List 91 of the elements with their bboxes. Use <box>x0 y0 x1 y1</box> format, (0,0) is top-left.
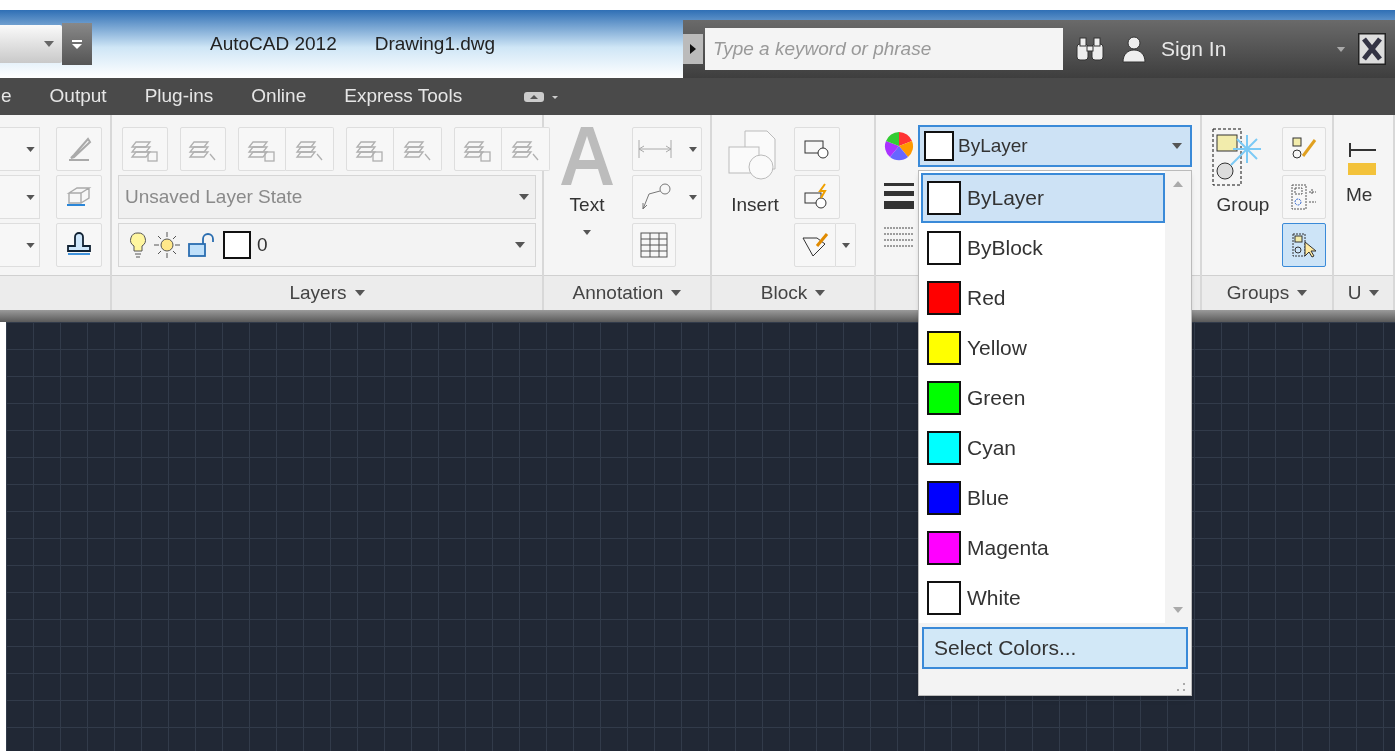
exchange-icon[interactable] <box>1358 33 1387 65</box>
panel-title-bar[interactable]: Layers <box>112 275 542 310</box>
ribbon-tab[interactable]: Plug-ins <box>144 82 214 111</box>
lightbulb-icon <box>129 231 147 259</box>
group-edit-icon <box>1291 136 1317 162</box>
menu-icon <box>72 39 82 49</box>
combo-value: ByLayer <box>958 133 1028 158</box>
color-option[interactable]: Magenta <box>921 523 1165 573</box>
caret-icon <box>1369 290 1380 296</box>
panel-title: Block <box>760 280 808 305</box>
color-option[interactable]: Yellow <box>921 323 1165 373</box>
panel-title-bar[interactable] <box>0 275 110 310</box>
ribbon-tab[interactable]: e <box>1 82 12 111</box>
panel-title-bar[interactable]: U <box>1334 275 1393 310</box>
caret-icon <box>689 194 697 200</box>
measure-button[interactable]: Me <box>1346 137 1376 210</box>
split-button[interactable] <box>0 175 40 219</box>
user-icon <box>1121 35 1147 63</box>
resize-grip-icon[interactable] <box>1177 683 1185 691</box>
caret-icon <box>515 242 525 248</box>
split-button[interactable] <box>836 223 856 267</box>
group-button[interactable]: Group <box>1206 127 1280 267</box>
block-edit-icon <box>801 232 829 258</box>
play-icon <box>690 44 696 54</box>
caret-icon <box>583 229 591 235</box>
panel-title: U <box>1347 280 1362 305</box>
text-tool-button[interactable]: Text <box>552 127 622 267</box>
caret-icon <box>26 242 35 248</box>
ribbon-tab[interactable]: Online <box>251 82 307 111</box>
caret-icon <box>519 194 529 200</box>
caret-icon <box>26 146 35 152</box>
search-field[interactable]: Type a keyword or phrase <box>705 28 1063 70</box>
panel-title-bar[interactable]: Annotation <box>544 275 710 310</box>
caret-icon <box>1172 143 1182 149</box>
scroll-down-icon <box>1173 607 1183 613</box>
caret-icon <box>671 290 682 296</box>
insert-button[interactable]: Insert <box>720 127 790 267</box>
layer-color-swatch <box>223 231 251 259</box>
color-option[interactable]: ByBlock <box>921 223 1165 273</box>
split-button[interactable] <box>632 175 702 219</box>
caret-icon <box>354 290 365 296</box>
color-option[interactable]: Blue <box>921 473 1165 523</box>
expand-button[interactable] <box>683 34 703 64</box>
window-title: AutoCAD 2012 <box>210 31 337 56</box>
color-option[interactable]: Cyan <box>921 423 1165 473</box>
sign-in-button[interactable]: Sign In <box>1161 33 1227 65</box>
scroll-up-icon <box>1173 181 1183 187</box>
caret-icon <box>1336 46 1347 52</box>
color-swatch <box>924 131 954 161</box>
caret-icon <box>689 146 697 152</box>
color-option[interactable]: White <box>921 573 1165 623</box>
toolbar-menu-button[interactable] <box>62 23 92 65</box>
panel-title: Layers <box>289 280 347 305</box>
caret-icon <box>815 290 826 296</box>
lineweight-icon <box>884 181 914 211</box>
color-option[interactable]: Green <box>921 373 1165 423</box>
group-add-remove-icon <box>1291 184 1317 210</box>
color-combo[interactable]: ByLayer <box>918 125 1192 167</box>
document-name: Drawing1.dwg <box>374 31 496 56</box>
layer-combo[interactable]: 0 <box>118 223 536 267</box>
unlocked-padlock-icon <box>187 232 217 258</box>
color-wheel-icon <box>884 131 914 161</box>
layer-name: 0 <box>257 232 268 257</box>
block-shape-icon <box>803 137 831 161</box>
table-icon <box>640 232 668 258</box>
sun-icon <box>153 231 181 259</box>
box-icon <box>65 185 93 209</box>
caret-icon <box>1297 290 1308 296</box>
panel-toggle-icon[interactable] <box>524 91 559 102</box>
caret-icon <box>841 242 850 248</box>
split-button[interactable] <box>632 127 702 171</box>
panel-title: Annotation <box>572 280 664 305</box>
caret-icon <box>26 194 35 200</box>
panel-title: Groups <box>1226 280 1290 305</box>
pencil-icon <box>66 136 92 162</box>
ribbon-tab[interactable]: Express Tools <box>344 82 463 111</box>
caret-icon <box>44 41 54 47</box>
panel-title-bar[interactable]: Groups <box>1202 275 1332 310</box>
dimension-icon <box>637 138 673 160</box>
group-select-icon <box>1291 232 1317 258</box>
color-option[interactable]: ByLayer <box>921 173 1165 223</box>
stamp-icon <box>65 232 93 258</box>
color-option[interactable]: Red <box>921 273 1165 323</box>
binoculars-icon[interactable] <box>1075 36 1105 62</box>
ribbon-tab[interactable]: Output <box>49 82 107 111</box>
select-colors-button[interactable]: Select Colors... <box>922 627 1188 669</box>
combo-value: Unsaved Layer State <box>125 184 303 209</box>
panel-title-bar[interactable]: Block <box>712 275 874 310</box>
split-button[interactable] <box>0 223 40 267</box>
split-button[interactable] <box>0 127 40 171</box>
letter-a-icon <box>561 127 613 185</box>
